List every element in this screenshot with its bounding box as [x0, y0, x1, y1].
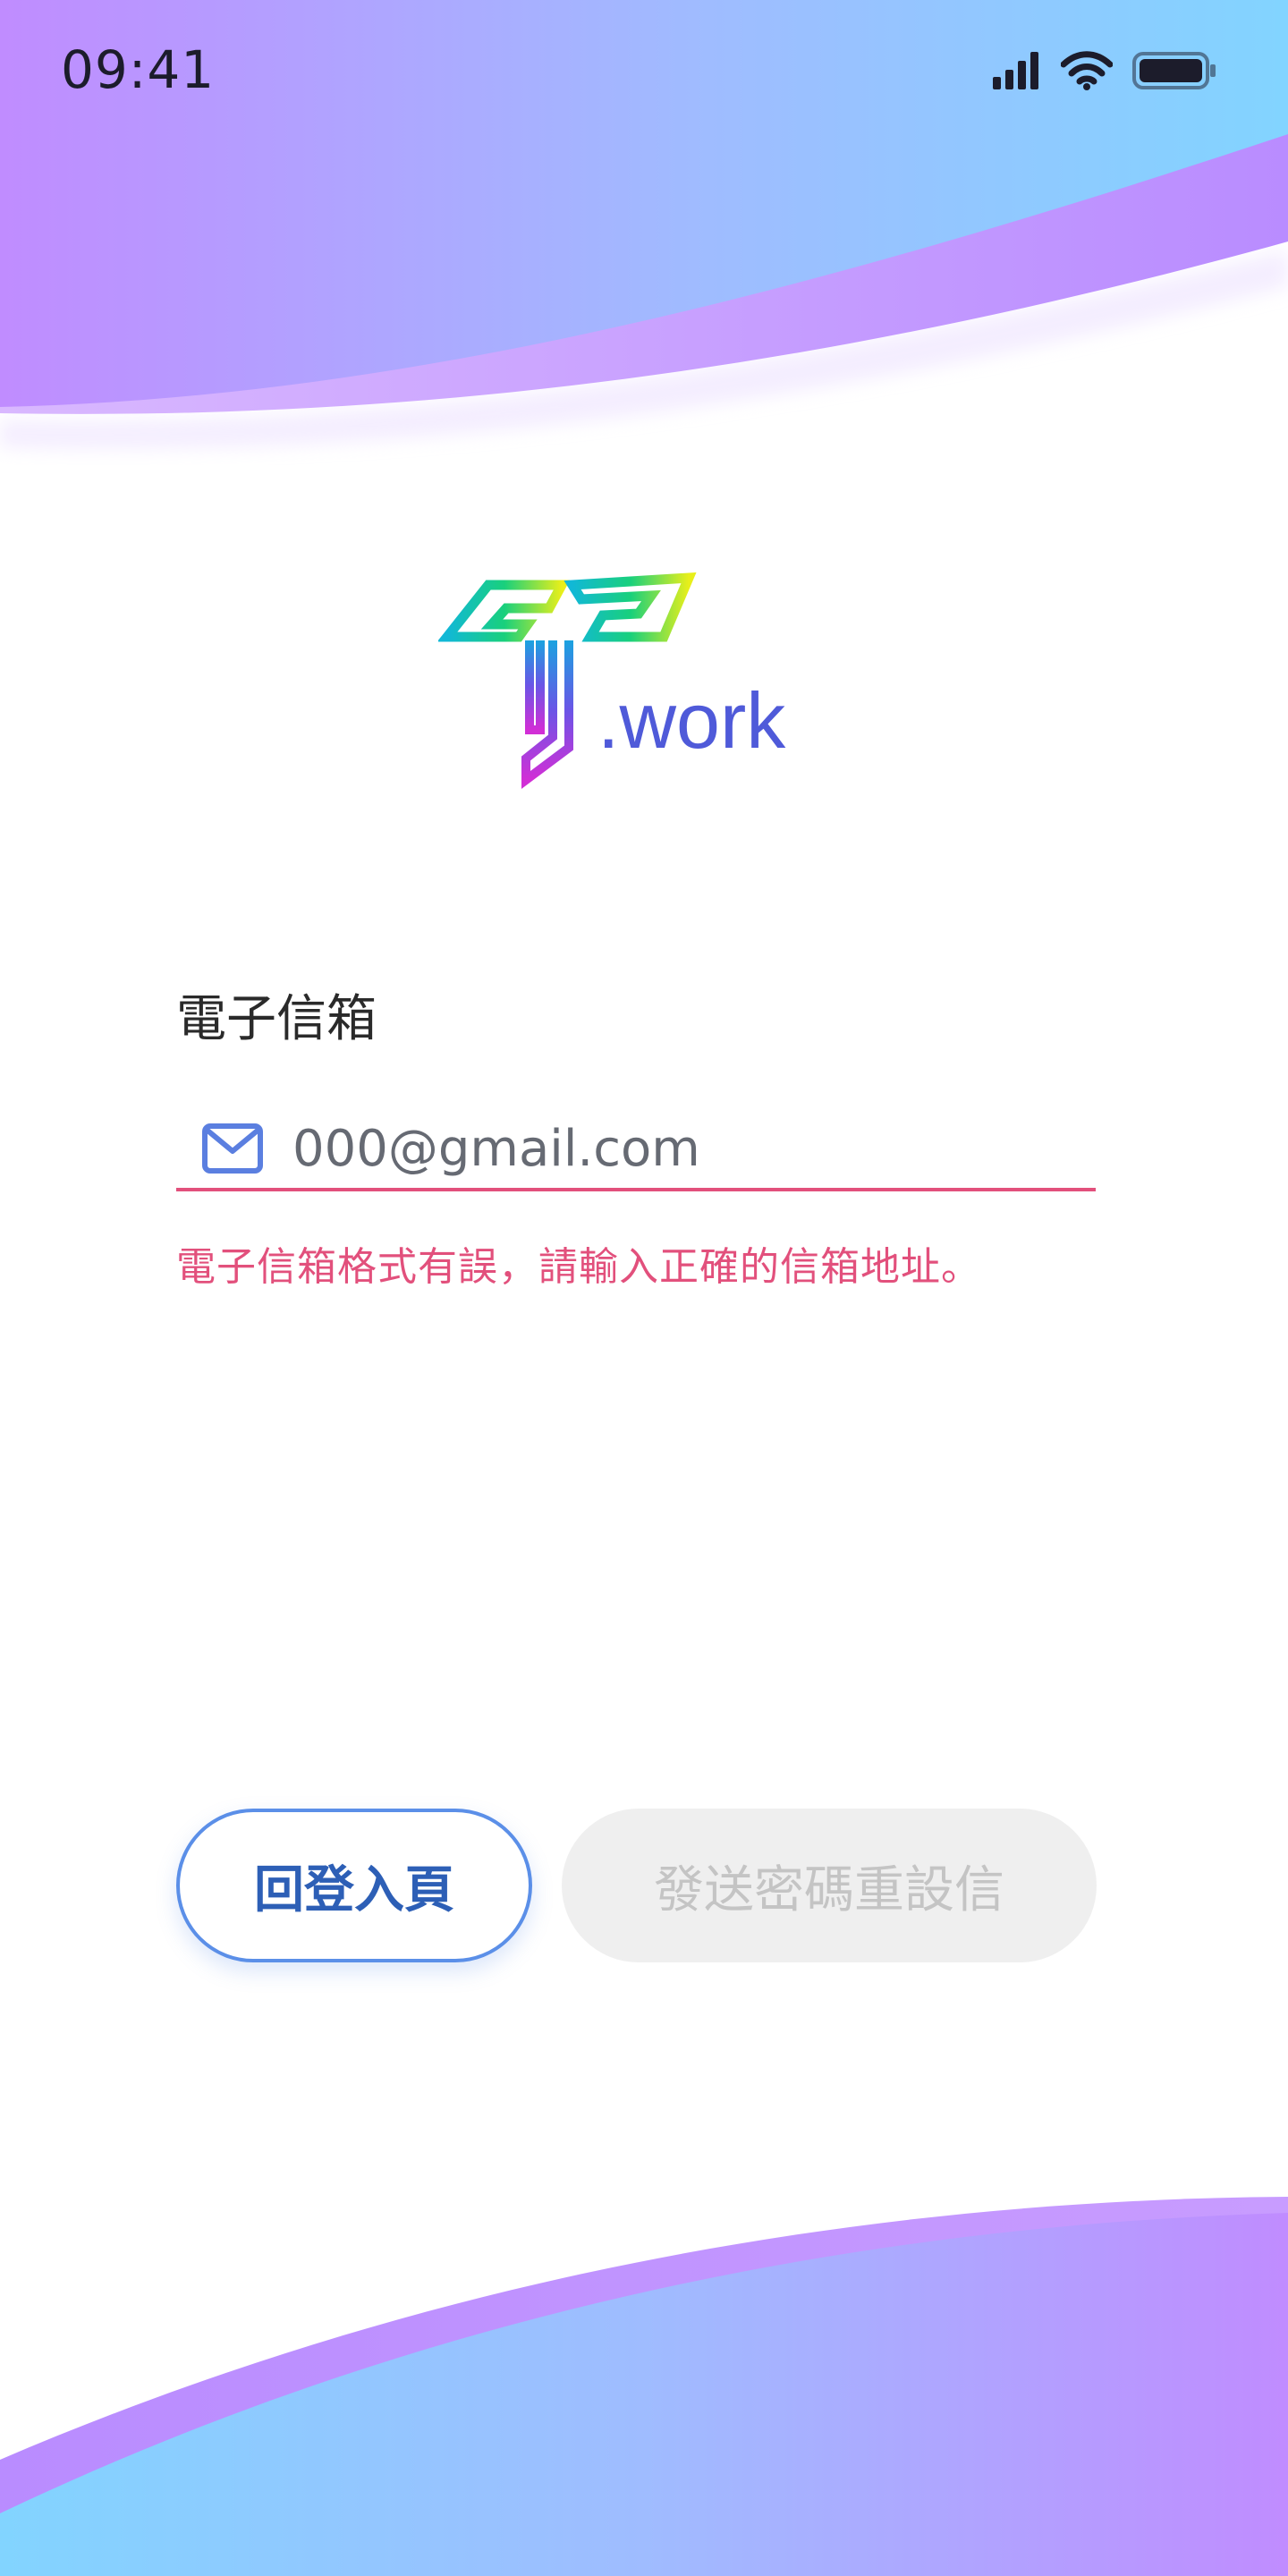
- status-time: 09:41: [61, 39, 216, 100]
- app-logo: .work: [438, 572, 786, 789]
- bottom-wave-background: [0, 2197, 1288, 2576]
- wifi-icon: [1061, 51, 1113, 90]
- back-to-login-button[interactable]: 回登入頁: [176, 1809, 532, 1962]
- battery-icon: [1132, 52, 1216, 89]
- mail-icon: [202, 1123, 263, 1174]
- status-icons: [993, 50, 1216, 91]
- email-error-message: 電子信箱格式有誤，請輸入正確的信箱地址。: [176, 1244, 981, 1290]
- logo-text: .work: [597, 676, 786, 765]
- email-input[interactable]: [292, 1119, 1062, 1178]
- signal-icon: [993, 52, 1038, 89]
- email-field[interactable]: [176, 1109, 1096, 1191]
- status-bar: 09:41: [0, 0, 1288, 143]
- email-label: 電子信箱: [176, 990, 377, 1048]
- send-reset-email-button[interactable]: 發送密碼重設信: [562, 1809, 1097, 1962]
